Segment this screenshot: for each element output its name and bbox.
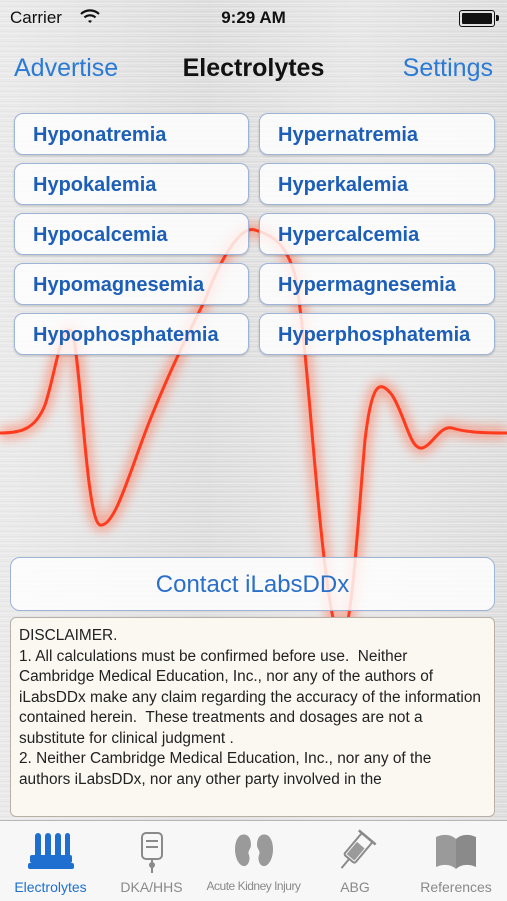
hyperphosphatemia-button[interactable]: Hyperphosphatemia (259, 313, 495, 355)
tab-label: Acute Kidney Injury (206, 879, 301, 893)
kidney-icon (231, 829, 277, 878)
disclaimer-text[interactable]: DISCLAIMER. 1. All calculations must be … (10, 617, 495, 817)
tab-label: References (420, 879, 492, 895)
tab-electrolytes[interactable]: Electrolytes (0, 821, 101, 901)
hypernatremia-button[interactable]: Hypernatremia (259, 113, 495, 155)
contact-button[interactable]: Contact iLabsDDx (10, 557, 495, 611)
tab-label: ABG (340, 879, 370, 895)
hypermagnesemia-button[interactable]: Hypermagnesemia (259, 263, 495, 305)
battery-icon (459, 10, 499, 27)
hypokalemia-button[interactable]: Hypokalemia (14, 163, 249, 205)
hyponatremia-button[interactable]: Hyponatremia (14, 113, 249, 155)
hypercalcemia-button[interactable]: Hypercalcemia (259, 213, 495, 255)
tab-references[interactable]: References (405, 821, 507, 901)
hypocalcemia-button[interactable]: Hypocalcemia (14, 213, 249, 255)
tab-bar: Electrolytes DKA/HHS Acute Kidney Injury (0, 820, 507, 901)
hypophosphatemia-button[interactable]: Hypophosphatemia (14, 313, 249, 355)
test-tubes-icon (26, 829, 76, 878)
hyperkalemia-button[interactable]: Hyperkalemia (259, 163, 495, 205)
navigation-bar: Advertise Electrolytes Settings (0, 50, 507, 90)
tab-dka-hhs[interactable]: DKA/HHS (101, 821, 202, 901)
tab-abg[interactable]: ABG (305, 821, 405, 901)
syringe-icon (330, 829, 380, 880)
tab-label: Electrolytes (14, 879, 87, 895)
tab-acute-kidney-injury[interactable]: Acute Kidney Injury (202, 821, 305, 901)
settings-button[interactable]: Settings (403, 54, 493, 83)
hypomagnesemia-button[interactable]: Hypomagnesemia (14, 263, 249, 305)
status-bar: Carrier 9:29 AM (0, 0, 507, 36)
book-icon (432, 829, 480, 878)
clock: 9:29 AM (221, 8, 286, 27)
iv-bag-icon (132, 829, 172, 880)
tab-label: DKA/HHS (120, 879, 183, 895)
